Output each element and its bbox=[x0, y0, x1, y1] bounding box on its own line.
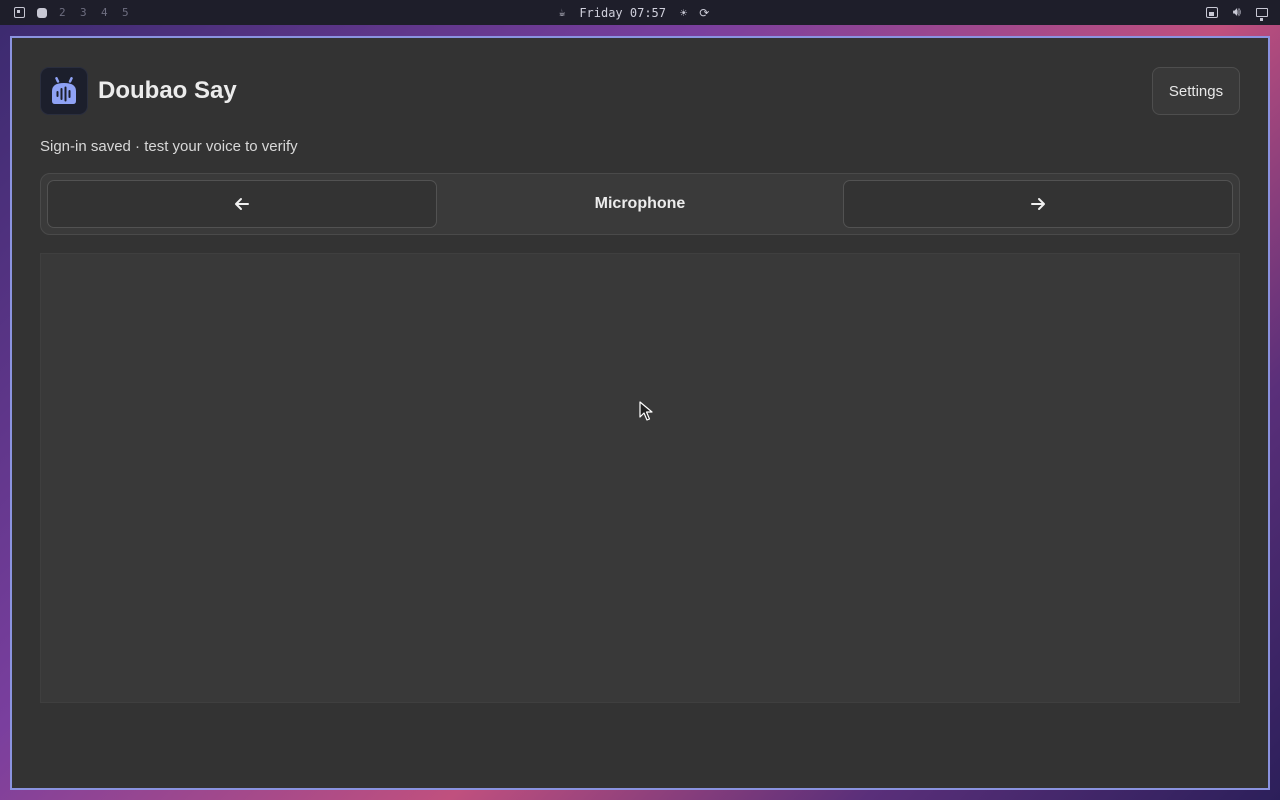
refresh-icon[interactable]: ⟳ bbox=[699, 6, 709, 20]
volume-icon[interactable]: 🔊︎ bbox=[1233, 5, 1241, 20]
system-top-bar: 2 3 4 5 ☕ Friday 07:57 ☀ ⟳ 🔊︎ bbox=[0, 0, 1280, 25]
sun-icon[interactable]: ☀ bbox=[680, 6, 687, 20]
network-icon[interactable] bbox=[1205, 7, 1218, 18]
settings-button[interactable]: Settings bbox=[1152, 67, 1240, 115]
clock[interactable]: Friday 07:57 bbox=[579, 6, 666, 20]
app-header: Doubao Say bbox=[40, 67, 237, 115]
workspace-4[interactable]: 4 bbox=[101, 6, 122, 19]
voice-assistant-icon bbox=[40, 67, 88, 115]
workspace-3[interactable]: 3 bbox=[80, 6, 101, 19]
app-window: Doubao Say Settings Sign-in saved · test… bbox=[10, 36, 1270, 790]
next-button[interactable] bbox=[843, 180, 1233, 228]
step-label: Microphone bbox=[594, 195, 686, 212]
workspace-5[interactable]: 5 bbox=[122, 6, 143, 19]
step-navigator: Microphone bbox=[40, 173, 1240, 235]
previous-button[interactable] bbox=[47, 180, 437, 228]
workspace-active-icon[interactable] bbox=[37, 7, 47, 18]
workspace-2[interactable]: 2 bbox=[59, 6, 80, 19]
clock-area: ☕ Friday 07:57 ☀ ⟳ bbox=[0, 0, 1280, 25]
app-title: Doubao Say bbox=[98, 77, 237, 104]
arrow-right-icon bbox=[1031, 198, 1045, 210]
monitor-icon[interactable] bbox=[1256, 8, 1268, 21]
system-tray: 🔊︎ bbox=[1191, 0, 1268, 25]
microphone-panel[interactable] bbox=[40, 253, 1240, 703]
layout-grid-icon[interactable] bbox=[14, 7, 25, 18]
arrow-left-icon bbox=[235, 198, 249, 210]
workspace-switcher: 2 3 4 5 bbox=[14, 0, 143, 25]
notification-icon[interactable]: ☕ bbox=[559, 6, 566, 19]
status-message: Sign-in saved · test your voice to verif… bbox=[40, 138, 298, 155]
